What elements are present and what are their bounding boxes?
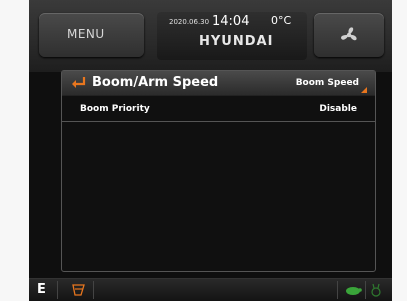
setting-value[interactable]: Disable bbox=[319, 104, 357, 114]
divider bbox=[365, 281, 366, 299]
settings-panel: Boom/Arm Speed Boom Speed Boom Priority … bbox=[61, 70, 376, 272]
status-center: 2020.06.30 14:04 0°C HYUNDAI bbox=[157, 12, 307, 60]
setting-label: Boom Priority bbox=[80, 104, 150, 114]
top-bar: MENU 2020.06.30 14:04 0°C HYUNDAI bbox=[29, 0, 392, 72]
corner-indicator-icon bbox=[361, 87, 367, 93]
divider bbox=[337, 281, 338, 299]
divider bbox=[93, 281, 94, 299]
setting-row-boom-priority[interactable]: Boom Priority Disable bbox=[62, 99, 375, 122]
fan-button[interactable] bbox=[314, 13, 384, 57]
bottom-bar: E bbox=[29, 278, 392, 301]
rabbit-icon bbox=[371, 283, 381, 297]
display-device: MENU 2020.06.30 14:04 0°C HYUNDAI Boom/A… bbox=[29, 0, 392, 301]
power-mode-indicator: E bbox=[37, 282, 46, 297]
brand-logo: HYUNDAI bbox=[199, 34, 274, 49]
fan-icon bbox=[341, 27, 357, 41]
menu-label: MENU bbox=[67, 27, 105, 41]
excavator-tool-icon bbox=[72, 284, 85, 296]
panel-title: Boom/Arm Speed bbox=[92, 75, 219, 90]
back-arrow-icon[interactable] bbox=[71, 76, 87, 90]
panel-header: Boom/Arm Speed Boom Speed bbox=[62, 71, 375, 96]
divider bbox=[57, 281, 58, 299]
panel-subtitle[interactable]: Boom Speed bbox=[296, 78, 359, 88]
time-display: 14:04 bbox=[212, 14, 250, 29]
screen: MENU 2020.06.30 14:04 0°C HYUNDAI Boom/A… bbox=[29, 0, 392, 301]
turtle-icon bbox=[346, 287, 362, 295]
date-display: 2020.06.30 bbox=[169, 18, 210, 26]
menu-button[interactable]: MENU bbox=[39, 13, 144, 57]
temperature-display: 0°C bbox=[271, 14, 292, 27]
